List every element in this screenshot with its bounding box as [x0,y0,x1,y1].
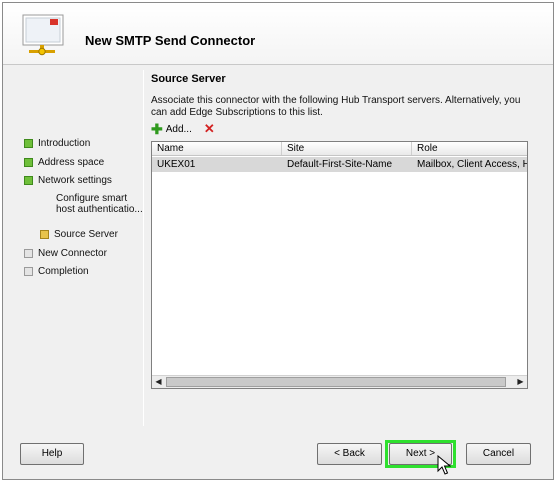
list-toolbar: ✚ Add... ✕ [151,121,215,137]
nav-step-new-connector: New Connector [24,248,107,259]
add-button[interactable]: ✚ Add... [151,121,192,137]
add-icon: ✚ [151,121,163,137]
nav-step-source-server: Source Server [40,229,118,240]
nav-step-label: New Connector [38,248,107,259]
column-header-site[interactable]: Site [282,142,412,155]
nav-step-label: Configure smart [56,193,128,204]
cell-name: UKEX01 [157,159,196,170]
wizard-title: New SMTP Send Connector [85,33,256,48]
horizontal-scrollbar[interactable]: ◀ ▶ [152,375,527,388]
nav-step-label: Completion [38,266,89,277]
nav-step-introduction: Introduction [24,138,90,149]
column-header-role[interactable]: Role [412,142,527,155]
nav-step-label: Source Server [54,229,118,240]
nav-step-completion: Completion [24,266,89,277]
section-title: Source Server [151,73,226,85]
section-description: Associate this connector with the follow… [151,95,521,118]
wizard-header: New SMTP Send Connector [3,3,553,65]
cell-role: Mailbox, Client Access, Hu [417,159,527,170]
nav-step-label-line2: host authenticatio... [56,204,143,215]
server-list[interactable]: Name Site Role UKEX01 Default-First-Site… [151,141,528,389]
scroll-right-icon[interactable]: ▶ [514,376,527,388]
table-row[interactable]: UKEX01 Default-First-Site-Name Mailbox, … [152,157,527,172]
nav-step-label: Network settings [38,175,112,186]
add-button-label: Add... [165,123,192,135]
wizard-steps-nav: Introduction Address space Network setti… [0,64,143,424]
mouse-pointer-icon [437,455,451,475]
nav-divider [143,70,144,426]
help-button[interactable]: Help [20,443,84,465]
column-header-name[interactable]: Name [152,142,282,155]
step-complete-icon [24,176,33,185]
step-pending-icon [24,267,33,276]
scrollbar-thumb[interactable] [166,377,506,387]
step-complete-icon [24,139,33,148]
nav-step-address-space: Address space [24,157,104,168]
scroll-left-icon[interactable]: ◀ [152,376,165,388]
step-current-icon [40,230,49,239]
cell-site: Default-First-Site-Name [287,159,393,170]
connector-logo-icon [22,14,64,56]
nav-step-configure-smart-host: Configure smart host authenticatio... [56,193,143,215]
list-header: Name Site Role [152,142,527,156]
step-pending-icon [24,249,33,258]
nav-step-label: Introduction [38,138,91,149]
cancel-button[interactable]: Cancel [466,443,531,465]
remove-icon[interactable]: ✕ [204,121,215,137]
step-complete-icon [24,158,33,167]
nav-step-network-settings: Network settings [24,175,112,186]
nav-step-label: Address space [38,157,105,168]
back-button[interactable]: < Back [317,443,382,465]
